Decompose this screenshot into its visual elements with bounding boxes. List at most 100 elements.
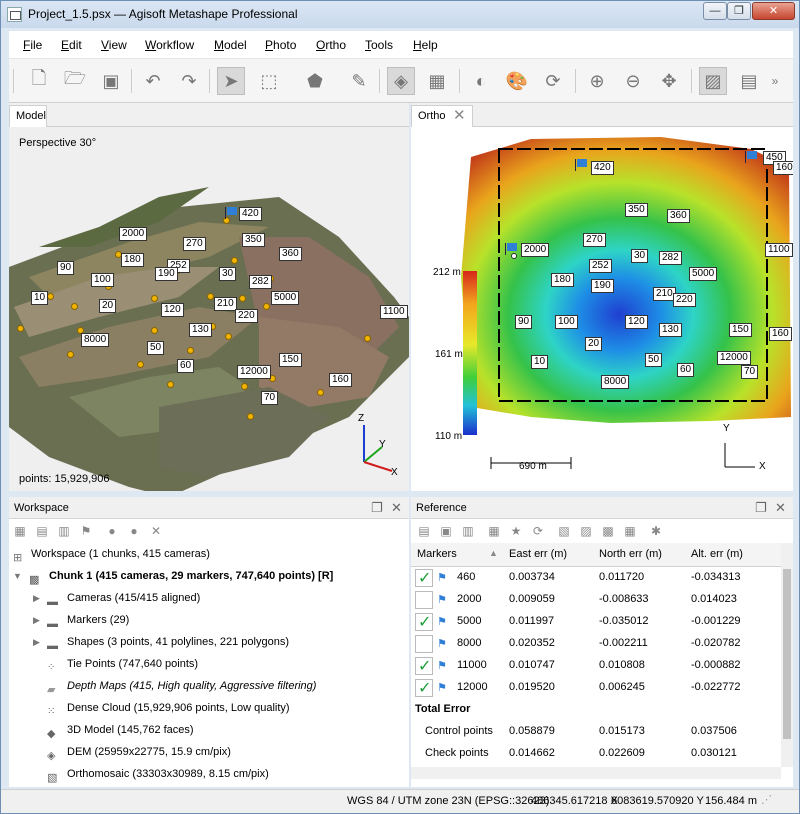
menu-tools[interactable]: Tools (365, 38, 393, 52)
float-panel-icon[interactable]: ❐ (755, 500, 767, 516)
ortho-marker-label[interactable]: 20 (585, 337, 603, 351)
tree-row-3d-model[interactable]: ◆ 3D Model (145,762 faces) (9, 719, 409, 741)
horizontal-scrollbar[interactable] (411, 767, 781, 779)
column-markers[interactable]: Markers (417, 548, 457, 560)
marker-label[interactable]: 12000 (237, 365, 271, 379)
marker-checkbox[interactable] (415, 635, 433, 653)
view-source-icon[interactable]: ▧ (557, 524, 571, 538)
menu-file[interactable]: File (23, 38, 42, 52)
toolbar-overflow-icon[interactable]: » (765, 67, 785, 95)
marker-label[interactable]: 90 (57, 261, 75, 275)
ortho-marker-label[interactable]: 150 (729, 323, 752, 337)
add-folder-icon[interactable]: ▥ (57, 524, 71, 538)
tree-row-chunk[interactable]: ▼ ▩ Chunk 1 (415 cameras, 29 markers, 74… (9, 565, 409, 587)
ortho-marker-label[interactable]: 420 (591, 161, 614, 175)
menu-view[interactable]: View (101, 38, 127, 52)
import-icon[interactable]: ▤ (417, 524, 431, 538)
tree-row-cameras[interactable]: ▶ ▬ Cameras (415/415 aligned) (9, 587, 409, 609)
marker-label[interactable]: 350 (242, 233, 265, 247)
contrast-icon[interactable]: ◐ (467, 67, 495, 95)
image-view-icon[interactable]: ▨ (699, 67, 727, 95)
view-errors-icon[interactable]: ▨ (579, 524, 593, 538)
navigation-pointer-icon[interactable]: ➤ (217, 67, 245, 95)
marker-label[interactable]: 30 (219, 267, 237, 281)
table-row[interactable]: ⚑ 8000 0.020352 -0.002211 -0.020782 (411, 633, 781, 655)
marker-label[interactable]: 270 (183, 237, 206, 251)
export-icon[interactable]: ▣ (439, 524, 453, 538)
marker-label[interactable]: 50 (147, 341, 165, 355)
star-icon[interactable]: ★ (509, 524, 523, 538)
menu-photo[interactable]: Photo (265, 38, 296, 52)
float-panel-icon[interactable]: ❐ (371, 500, 383, 516)
ortho-marker-label[interactable]: 12000 (717, 351, 751, 365)
tree-row-dem[interactable]: ◈ DEM (25959x22775, 15.9 cm/pix) (9, 741, 409, 763)
collapse-arrow-icon[interactable]: ▼ (13, 565, 23, 587)
marker-checkbox[interactable] (415, 678, 433, 698)
view-variance-icon[interactable]: ▩ (601, 524, 615, 538)
column-alt-err[interactable]: Alt. err (m) (691, 548, 743, 560)
view-estimated-icon[interactable]: ▦ (623, 524, 637, 538)
menu-help[interactable]: Help (413, 38, 438, 52)
ortho-marker-label[interactable]: 180 (551, 273, 574, 287)
ortho-marker-label[interactable]: 50 (645, 353, 663, 367)
marker-label[interactable]: 60 (177, 359, 195, 373)
remove-icon[interactable]: ✕ (149, 524, 163, 538)
ortho-view-icon[interactable]: ▦ (423, 67, 451, 95)
ortho-map-view[interactable]: 212 m 161 m 110 m 690 m Y X 450 160 420 … (411, 127, 793, 491)
ortho-marker-label[interactable]: 220 (673, 293, 696, 307)
enable-icon[interactable]: ● (105, 524, 119, 538)
vertical-scrollbar[interactable] (781, 543, 793, 767)
refresh-icon[interactable]: ⟳ (539, 67, 567, 95)
close-panel-icon[interactable]: ✕ (775, 500, 786, 516)
marker-label[interactable]: 420 (239, 207, 262, 221)
update-icon[interactable]: ⟳ (531, 524, 545, 538)
add-marker-icon[interactable]: ⚑ (79, 524, 93, 538)
menu-model[interactable]: Model (214, 38, 247, 52)
marker-label[interactable]: 282 (249, 275, 272, 289)
marker-label[interactable]: 20 (99, 299, 117, 313)
ortho-marker-label[interactable]: 160 (769, 327, 792, 341)
marker-checkbox[interactable] (415, 656, 433, 676)
add-photos-icon[interactable]: ▤ (35, 524, 49, 538)
marker-label[interactable]: 360 (279, 247, 302, 261)
scrollbar-thumb[interactable] (783, 569, 791, 739)
add-chunk-icon[interactable]: ▦ (13, 524, 27, 538)
resize-grip-icon[interactable]: ⋰ (761, 793, 772, 806)
polygon-draw-icon[interactable]: ⬟ (301, 67, 329, 95)
ortho-marker-label[interactable]: 90 (515, 315, 533, 329)
ortho-marker-label[interactable]: 270 (583, 233, 606, 247)
marker-checkbox[interactable] (415, 568, 433, 588)
minimize-button[interactable]: — (703, 2, 727, 20)
model-view-icon[interactable]: ◈ (387, 67, 415, 95)
ortho-marker-label[interactable]: 60 (677, 363, 695, 377)
tree-row-orthomosaic[interactable]: ▧ Orthomosaic (33303x30989, 8.15 cm/pix) (9, 763, 409, 785)
tree-row-markers[interactable]: ▶ ▬ Markers (29) (9, 609, 409, 631)
ortho-marker-label[interactable]: 252 (589, 259, 612, 273)
new-document-icon[interactable]: 🗋 (25, 67, 53, 95)
ortho-marker-label[interactable]: 282 (659, 251, 682, 265)
ortho-marker-label[interactable]: 100 (555, 315, 578, 329)
zoom-in-icon[interactable]: ⊕ (583, 67, 611, 95)
ortho-marker-label[interactable]: 190 (591, 279, 614, 293)
marker-label[interactable]: 8000 (81, 333, 110, 347)
tree-row-shapes[interactable]: ▶ ▬ Shapes (3 points, 41 polylines, 221 … (9, 631, 409, 653)
marker-label[interactable]: 190 (155, 267, 178, 281)
marker-label[interactable]: 70 (261, 391, 279, 405)
redo-icon[interactable]: ↷ (175, 67, 203, 95)
marker-label[interactable]: 120 (161, 303, 184, 317)
marker-label[interactable]: 160 (329, 373, 352, 387)
marker-label[interactable]: 10 (31, 291, 49, 305)
marker-label[interactable]: 130 (189, 323, 212, 337)
ortho-marker-label[interactable]: 70 (741, 365, 759, 379)
ortho-marker-label[interactable]: 10 (531, 355, 549, 369)
image-overlay-icon[interactable]: ▤ (735, 67, 763, 95)
marker-label[interactable]: 220 (235, 309, 258, 323)
ruler-icon[interactable]: ✎ (345, 67, 373, 95)
ortho-marker-label[interactable]: 120 (625, 315, 648, 329)
ortho-marker-label[interactable]: 130 (659, 323, 682, 337)
open-folder-icon[interactable]: 🗁 (61, 67, 89, 95)
menu-edit[interactable]: Edit (61, 38, 82, 52)
save-icon[interactable]: ▣ (97, 67, 125, 95)
ortho-marker-label[interactable]: 1100 (765, 243, 793, 257)
marker-checkbox[interactable] (415, 591, 433, 609)
